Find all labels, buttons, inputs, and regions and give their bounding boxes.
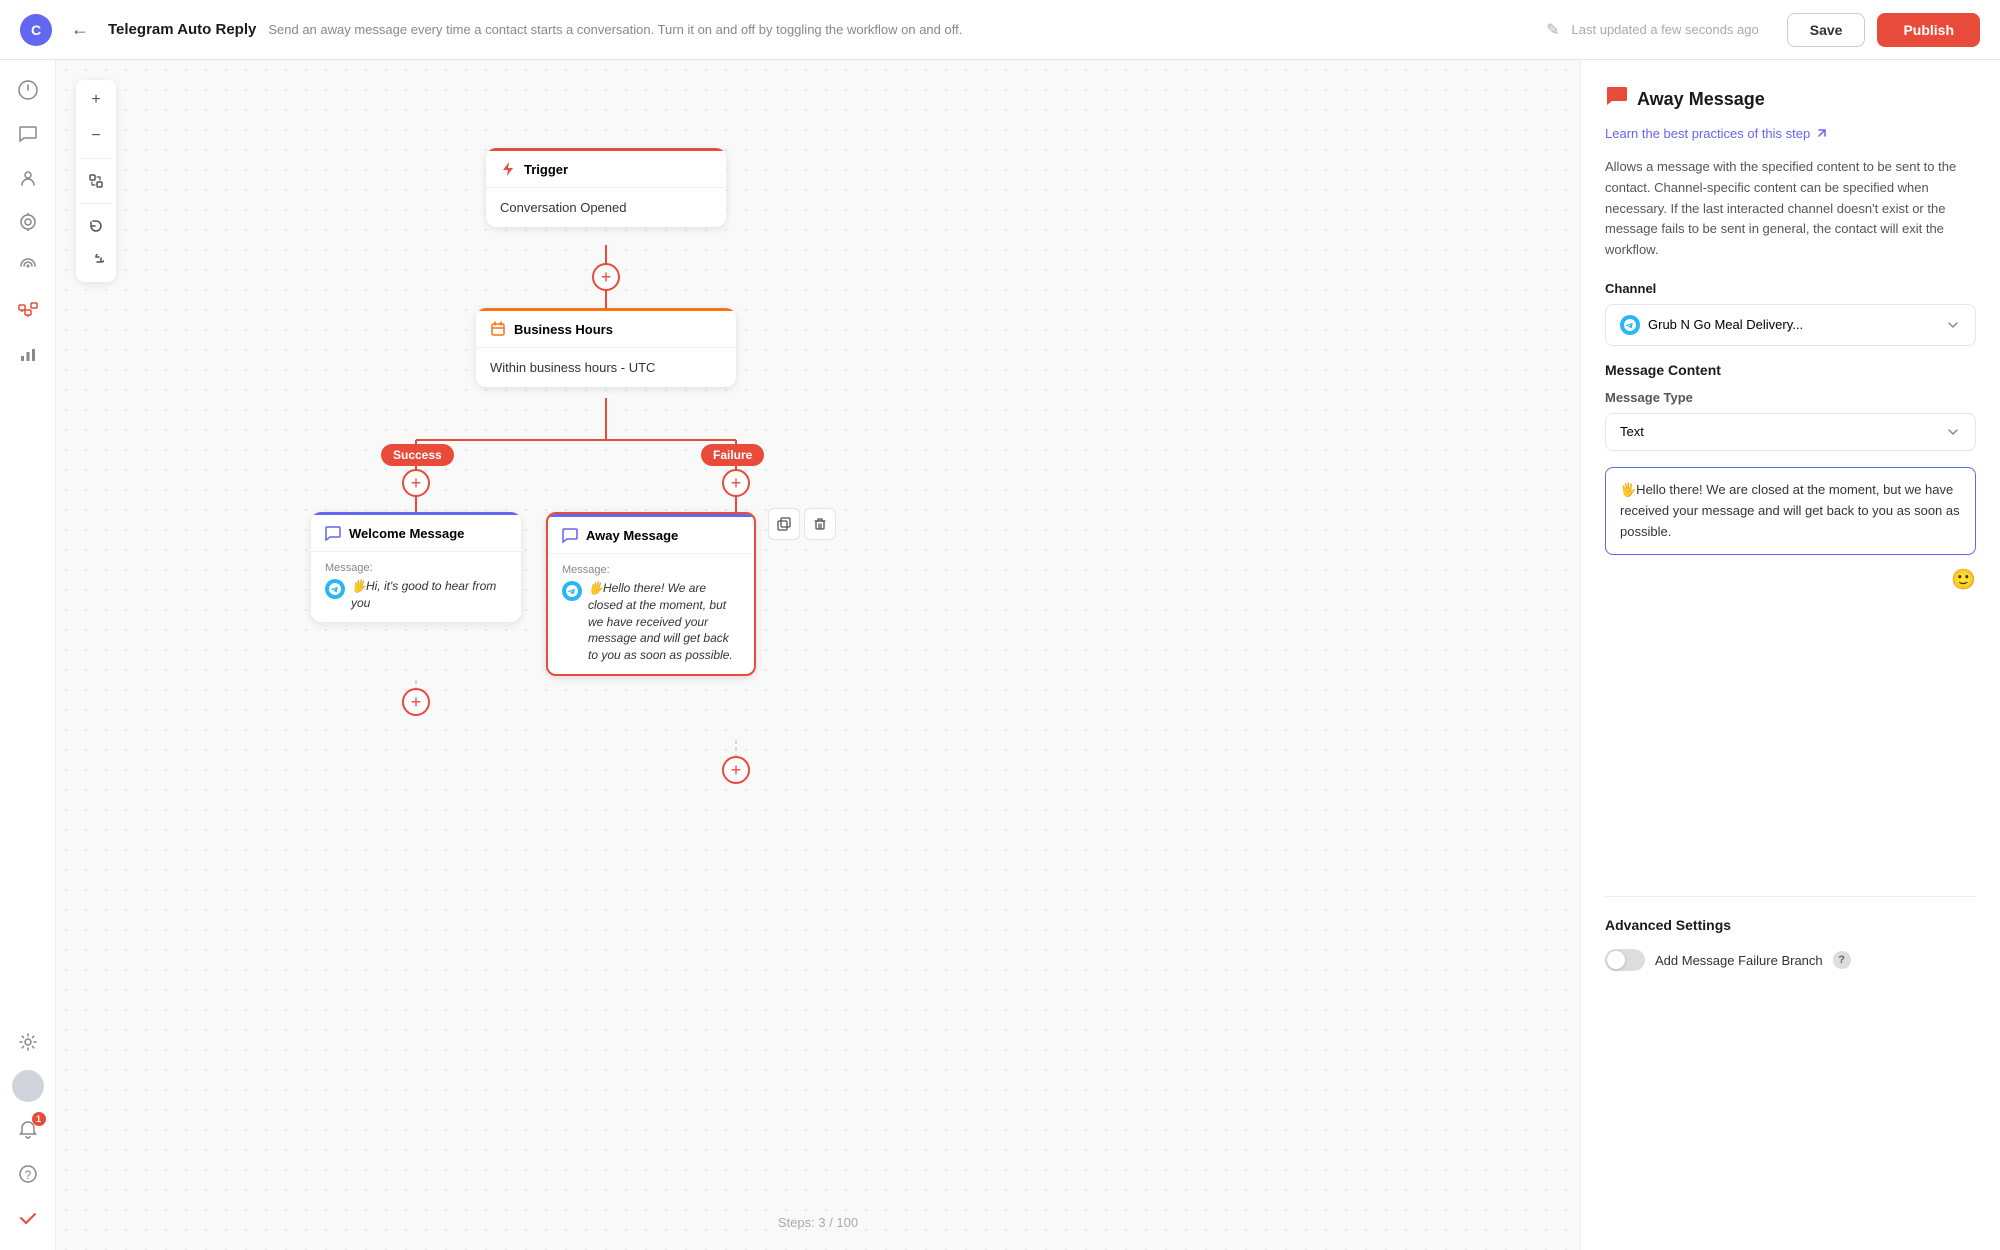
panel-divider — [1605, 896, 1976, 897]
welcome-msg-text: 🖐Hi, it's good to hear from you — [325, 578, 507, 612]
message-content-title: Message Content — [1605, 362, 1976, 378]
away-message-content: Message: 🖐Hello there! We are closed at … — [548, 554, 754, 674]
panel-title: Away Message — [1637, 89, 1765, 110]
node-action-buttons — [768, 508, 1406, 540]
back-button[interactable]: ← — [64, 14, 96, 46]
welcome-message-header: Welcome Message — [311, 512, 521, 552]
success-branch-label: Success — [381, 444, 454, 466]
fit-view-button[interactable] — [80, 165, 112, 197]
add-node-below-away[interactable]: + — [722, 756, 750, 784]
away-msg-text: 🖐Hello there! We are closed at the momen… — [562, 580, 740, 664]
advanced-settings-section: Advanced Settings Add Message Failure Br… — [1605, 917, 1976, 971]
business-hours-node[interactable]: Business Hours Within business hours - U… — [476, 308, 736, 387]
redo-button[interactable] — [80, 246, 112, 278]
away-telegram-icon — [562, 581, 582, 601]
channel-label: Channel — [1605, 281, 1976, 296]
failure-branch-label: Failure — [701, 444, 764, 466]
zoom-in-button[interactable]: + — [80, 84, 112, 116]
toggle-knob — [1607, 951, 1625, 969]
sidebar-item-contacts[interactable] — [8, 158, 48, 198]
trigger-node-title: Trigger — [524, 162, 568, 177]
trigger-node[interactable]: Trigger Conversation Opened — [486, 148, 726, 227]
advanced-settings-title: Advanced Settings — [1605, 917, 1976, 933]
right-panel: Away Message Learn the best practices of… — [1580, 60, 2000, 1250]
panel-header: Away Message — [1605, 84, 1976, 114]
canvas-area[interactable]: + − — [56, 60, 1580, 1250]
add-node-success-branch[interactable]: + — [402, 469, 430, 497]
trigger-node-header: Trigger — [486, 148, 726, 188]
away-message-header: Away Message — [548, 514, 754, 554]
trigger-node-body: Conversation Opened — [486, 188, 726, 227]
welcome-message-node[interactable]: Welcome Message Message: 🖐Hi, it's good … — [311, 512, 521, 622]
message-footer: 🙂 — [1605, 563, 1976, 596]
zoom-out-button[interactable]: − — [80, 120, 112, 152]
sidebar-item-broadcast[interactable] — [8, 246, 48, 286]
away-message-node[interactable]: Away Message Message: 🖐Hello there! We a… — [546, 512, 756, 676]
message-type-select[interactable]: Text — [1605, 413, 1976, 451]
message-content-area[interactable]: 🖐Hello there! We are closed at the momen… — [1605, 467, 1976, 555]
topbar: C ← Telegram Auto Reply Send an away mes… — [0, 0, 2000, 60]
add-node-failure-branch[interactable]: + — [722, 469, 750, 497]
welcome-message-content: Message: 🖐Hi, it's good to hear from you — [311, 552, 521, 622]
sidebar-bottom: 1 ? — [8, 1022, 48, 1250]
message-content-text: 🖐Hello there! We are closed at the momen… — [1620, 482, 1960, 539]
sidebar-item-chat[interactable] — [8, 114, 48, 154]
business-hours-header: Business Hours — [476, 308, 736, 348]
business-hours-body: Within business hours - UTC — [476, 348, 736, 387]
welcome-telegram-icon — [325, 579, 345, 599]
failure-branch-help-icon[interactable]: ? — [1833, 951, 1851, 969]
notifications-wrapper: 1 — [8, 1110, 48, 1150]
sidebar-item-target[interactable] — [8, 202, 48, 242]
channel-dropdown-icon — [1945, 317, 1961, 333]
add-node-below-welcome[interactable]: + — [402, 688, 430, 716]
learn-best-practices-link[interactable]: Learn the best practices of this step — [1605, 126, 1976, 141]
left-sidebar: 1 ? — [0, 60, 56, 1250]
sidebar-item-workflow[interactable] — [8, 290, 48, 330]
failure-branch-label: Add Message Failure Branch — [1655, 953, 1823, 968]
workflow-title: Telegram Auto Reply — [108, 21, 256, 38]
sidebar-item-settings[interactable] — [8, 1022, 48, 1062]
publish-button[interactable]: Publish — [1877, 13, 1980, 47]
welcome-msg-label: Message: — [325, 562, 507, 574]
panel-header-icon — [1605, 84, 1629, 114]
emoji-picker-button[interactable]: 🙂 — [1951, 567, 1976, 592]
canvas-toolbar: + − — [76, 80, 116, 282]
message-type-label: Message Type — [1605, 390, 1976, 405]
away-message-title: Away Message — [586, 528, 678, 543]
user-avatar — [12, 1070, 44, 1102]
sidebar-item-dashboard[interactable] — [8, 70, 48, 110]
checkmark-icon[interactable] — [8, 1198, 48, 1238]
app-avatar: C — [20, 14, 52, 46]
steps-counter: Steps: 3 / 100 — [778, 1215, 858, 1230]
failure-branch-toggle-row: Add Message Failure Branch ? — [1605, 949, 1976, 971]
notification-badge: 1 — [32, 1112, 46, 1126]
failure-branch-toggle[interactable] — [1605, 949, 1645, 971]
workflow-description: Send an away message every time a contac… — [268, 22, 1538, 37]
channel-value: Grub N Go Meal Delivery... — [1648, 317, 1803, 332]
undo-button[interactable] — [80, 210, 112, 242]
delete-node-button[interactable] — [804, 508, 836, 540]
business-hours-title: Business Hours — [514, 322, 613, 337]
away-msg-label: Message: — [562, 564, 740, 576]
save-button[interactable]: Save — [1787, 13, 1866, 47]
panel-description: Allows a message with the specified cont… — [1605, 157, 1976, 261]
message-type-dropdown-icon — [1945, 424, 1961, 440]
main-layout: 1 ? + − — [0, 60, 2000, 1250]
channel-telegram-icon — [1620, 315, 1640, 335]
edit-title-icon[interactable]: ✎ — [1546, 20, 1559, 40]
add-node-after-trigger[interactable]: + — [592, 263, 620, 291]
copy-node-button[interactable] — [768, 508, 800, 540]
message-type-value: Text — [1620, 424, 1644, 439]
welcome-message-title: Welcome Message — [349, 526, 464, 541]
svg-text:?: ? — [24, 1168, 31, 1182]
channel-select[interactable]: Grub N Go Meal Delivery... — [1605, 304, 1976, 346]
sidebar-item-reports[interactable] — [8, 334, 48, 374]
flow-connectors — [56, 60, 1580, 1250]
last-updated-text: Last updated a few seconds ago — [1572, 22, 1759, 37]
help-icon[interactable]: ? — [8, 1154, 48, 1194]
